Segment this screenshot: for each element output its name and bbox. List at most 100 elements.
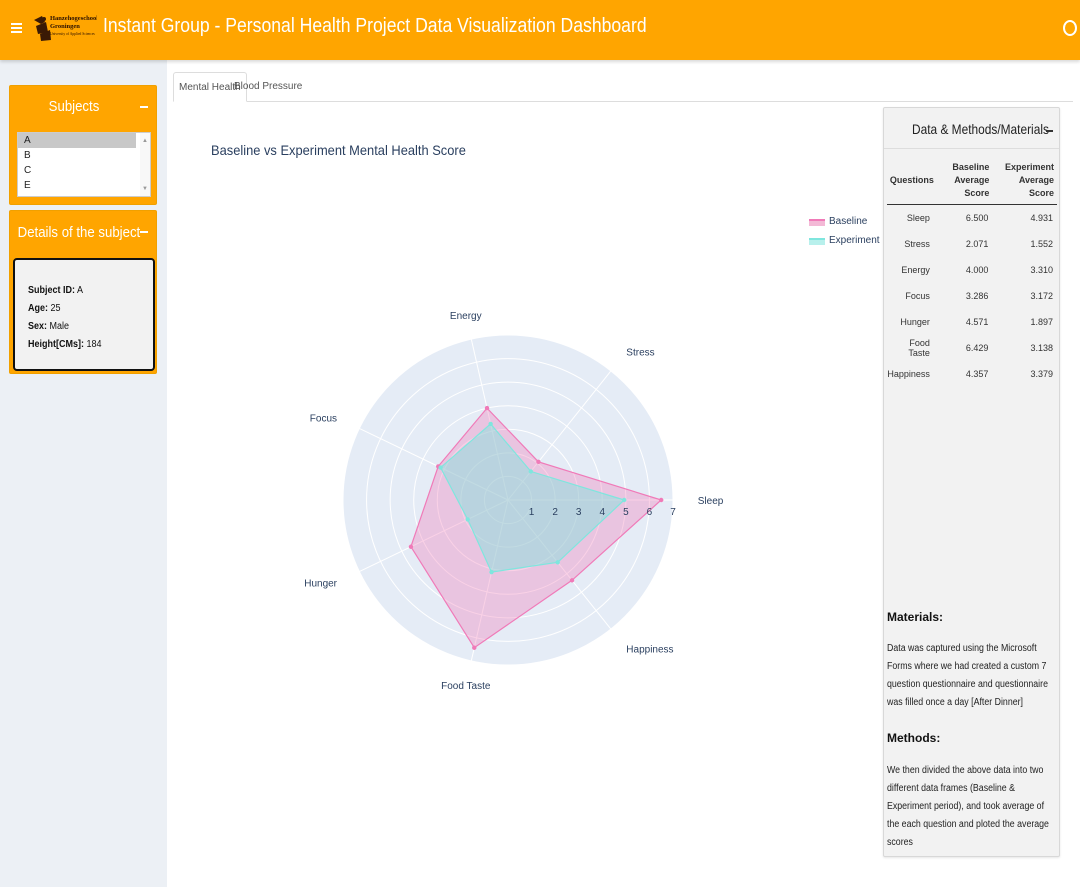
axis-label-focus: Focus — [310, 414, 337, 425]
svg-text:University of Applied Sciences: University of Applied Sciences — [50, 32, 95, 36]
radial-tick-label: 7 — [670, 507, 676, 518]
scores-table: Questions Baseline Average Score Experim… — [887, 161, 1057, 387]
materials-text: Data was captured using the Microsoft Fo… — [887, 643, 1048, 708]
subject-option[interactable]: C — [18, 163, 136, 178]
table-row: Stress 2.071 1.552 — [887, 231, 1057, 257]
table-cell: Focus — [905, 290, 930, 301]
legend-swatch-experiment — [809, 238, 825, 245]
details-collapse-button[interactable] — [140, 231, 148, 233]
detail-label: Height[CMs]: — [28, 339, 84, 350]
detail-line: Sex: Male — [28, 318, 141, 336]
details-box-title: Details of the subject — [17, 224, 141, 241]
data-point-experiment — [465, 517, 470, 522]
detail-line: Height[CMs]: 184 — [28, 336, 141, 354]
detail-value: 184 — [83, 339, 102, 350]
detail-label: Sex: — [28, 321, 48, 332]
table-cell: Stress — [904, 238, 930, 249]
axis-label-energy: Energy — [450, 311, 482, 322]
data-methods-panel: Data & Methods/Materials Questions Basel… — [883, 107, 1060, 857]
axis-label-food-taste: Food Taste — [441, 681, 491, 692]
chart-legend: Baseline Experiment — [809, 215, 880, 253]
data-point-baseline — [484, 405, 490, 411]
column-header-baseline: Baseline Average Score — [939, 161, 993, 205]
radial-tick-label: 6 — [647, 507, 653, 518]
svg-text:Hanzehogeschool: Hanzehogeschool — [50, 15, 97, 22]
table-cell: 4.357 — [965, 368, 989, 379]
legend-label-experiment: Experiment — [829, 235, 880, 246]
axis-label-stress: Stress — [626, 348, 654, 359]
subject-select-list[interactable]: ABCE ▲ ▼ — [17, 132, 151, 197]
data-point-baseline — [472, 645, 477, 650]
table-cell: 4.931 — [1030, 212, 1053, 223]
methods-heading: Methods: — [887, 731, 941, 745]
table-cell: 3.172 — [1030, 290, 1053, 301]
table-cell: 3.379 — [1030, 368, 1053, 379]
table-cell: 1.552 — [1030, 238, 1053, 249]
subject-option[interactable]: A — [18, 133, 136, 148]
table-cell: Food Taste — [908, 337, 930, 358]
main-content: Mental Health Blood Pressure 1 2 3 4 5 6 7 Slee… — [167, 60, 1080, 887]
subject-option[interactable]: B — [18, 148, 136, 163]
table-cell: 1.897 — [1030, 316, 1053, 327]
details-box-header: Details of the subject — [10, 211, 156, 251]
legend-item-baseline[interactable]: Baseline — [809, 215, 880, 234]
scroll-up-icon[interactable]: ▲ — [142, 138, 148, 144]
table-cell: 4.571 — [965, 316, 989, 327]
legend-item-experiment[interactable]: Experiment — [809, 234, 880, 253]
radial-tick-label: 4 — [600, 507, 606, 518]
detail-label: Age: — [28, 303, 49, 314]
detail-value: 25 — [48, 303, 61, 314]
scroll-down-icon[interactable]: ▼ — [142, 186, 148, 192]
data-point-experiment — [489, 569, 494, 575]
radial-tick-label: 1 — [529, 507, 535, 518]
column-header-questions: Questions — [887, 161, 940, 205]
materials-heading: Materials: — [887, 610, 944, 624]
table-cell: 3.138 — [1030, 342, 1053, 353]
data-point-experiment — [555, 560, 560, 565]
data-point-baseline — [408, 544, 414, 549]
table-cell: Happiness — [887, 368, 930, 379]
data-point-experiment — [622, 497, 627, 503]
panel-header: Data & Methods/Materials — [884, 108, 1059, 149]
detail-label: Subject ID: — [28, 285, 76, 296]
table-row: Energy 4.000 3.310 — [887, 257, 1057, 283]
radar-chart: 1 2 3 4 5 6 7 Sleep Stress Energy Focus Hunger Food … — [304, 311, 724, 692]
subjects-collapse-button[interactable] — [140, 106, 148, 108]
detail-value: A — [75, 285, 84, 296]
subject-option[interactable]: E — [18, 178, 136, 193]
table-row: Food Taste 6.429 3.138 — [887, 335, 1057, 361]
table-row: Sleep 6.500 4.931 — [887, 205, 1057, 231]
top-navbar: Hanzehogeschool Groningen University of … — [0, 0, 1080, 60]
control-sidebar-icon[interactable] — [1063, 20, 1077, 36]
legend-label-baseline: Baseline — [829, 216, 868, 227]
radial-tick-label: 2 — [552, 507, 558, 518]
table-row: Focus 3.286 3.172 — [887, 283, 1057, 309]
subjects-box-title: Subjects — [48, 98, 100, 115]
table-cell: Energy — [901, 264, 930, 275]
subject-list-scrollbar[interactable]: ▲ ▼ — [140, 133, 150, 196]
table-cell: 3.310 — [1030, 264, 1053, 275]
university-logo: Hanzehogeschool Groningen University of … — [34, 15, 97, 41]
data-point-experiment — [488, 421, 493, 427]
table-cell: 6.500 — [965, 212, 989, 223]
table-cell: 4.000 — [965, 264, 989, 275]
table-row: Hunger 4.571 1.897 — [887, 309, 1057, 335]
panel-collapse-button[interactable] — [1046, 130, 1053, 132]
detail-line: Subject ID: A — [28, 282, 141, 300]
app-title: Instant Group - Personal Health Project … — [103, 15, 647, 37]
data-point-baseline — [536, 459, 541, 465]
axis-label-sleep: Sleep — [698, 496, 724, 507]
subject-details: Subject ID: A Age: 25 Sex: Male Height[CMs]… — [13, 258, 155, 371]
detail-value: Male — [47, 321, 70, 332]
axis-label-hunger: Hunger — [304, 578, 337, 589]
data-point-baseline — [569, 578, 575, 583]
axis-label-happiness: Happiness — [626, 644, 673, 655]
table-cell: 3.286 — [965, 290, 989, 301]
radial-tick-label: 5 — [623, 507, 629, 518]
data-point-baseline — [659, 497, 664, 503]
svg-text:Groningen: Groningen — [50, 23, 80, 30]
menu-toggle-icon[interactable] — [11, 17, 23, 39]
subject-details-box: Details of the subject Subject ID: A Age:… — [9, 210, 157, 374]
detail-line: Age: 25 — [28, 300, 141, 318]
data-point-experiment — [528, 469, 534, 474]
